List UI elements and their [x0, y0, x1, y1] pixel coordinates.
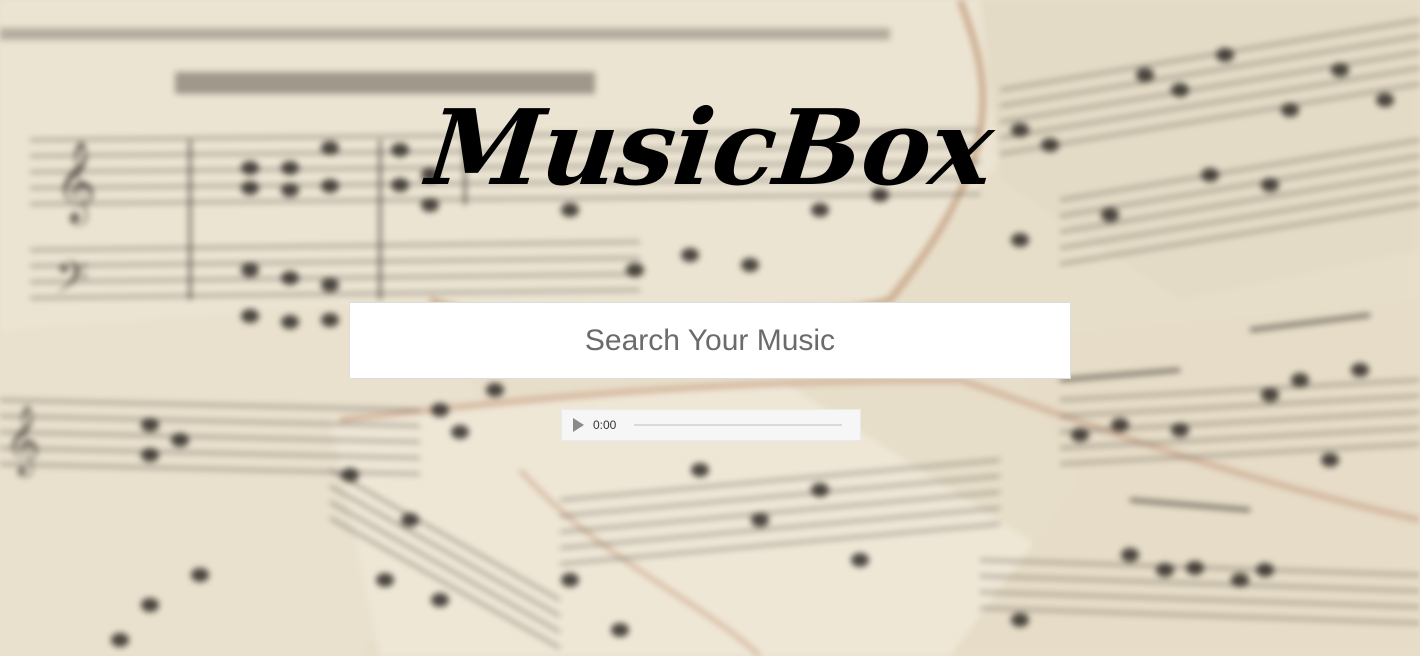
- svg-text:𝄞: 𝄞: [5, 405, 40, 477]
- progress-bar[interactable]: [634, 424, 843, 426]
- search-input[interactable]: [349, 302, 1071, 379]
- play-icon[interactable]: [573, 418, 584, 432]
- audio-player[interactable]: 0:00: [561, 409, 861, 441]
- current-time: 0:00: [593, 418, 617, 432]
- app-logo: MusicBox: [421, 86, 999, 209]
- svg-text:𝄢: 𝄢: [55, 253, 88, 313]
